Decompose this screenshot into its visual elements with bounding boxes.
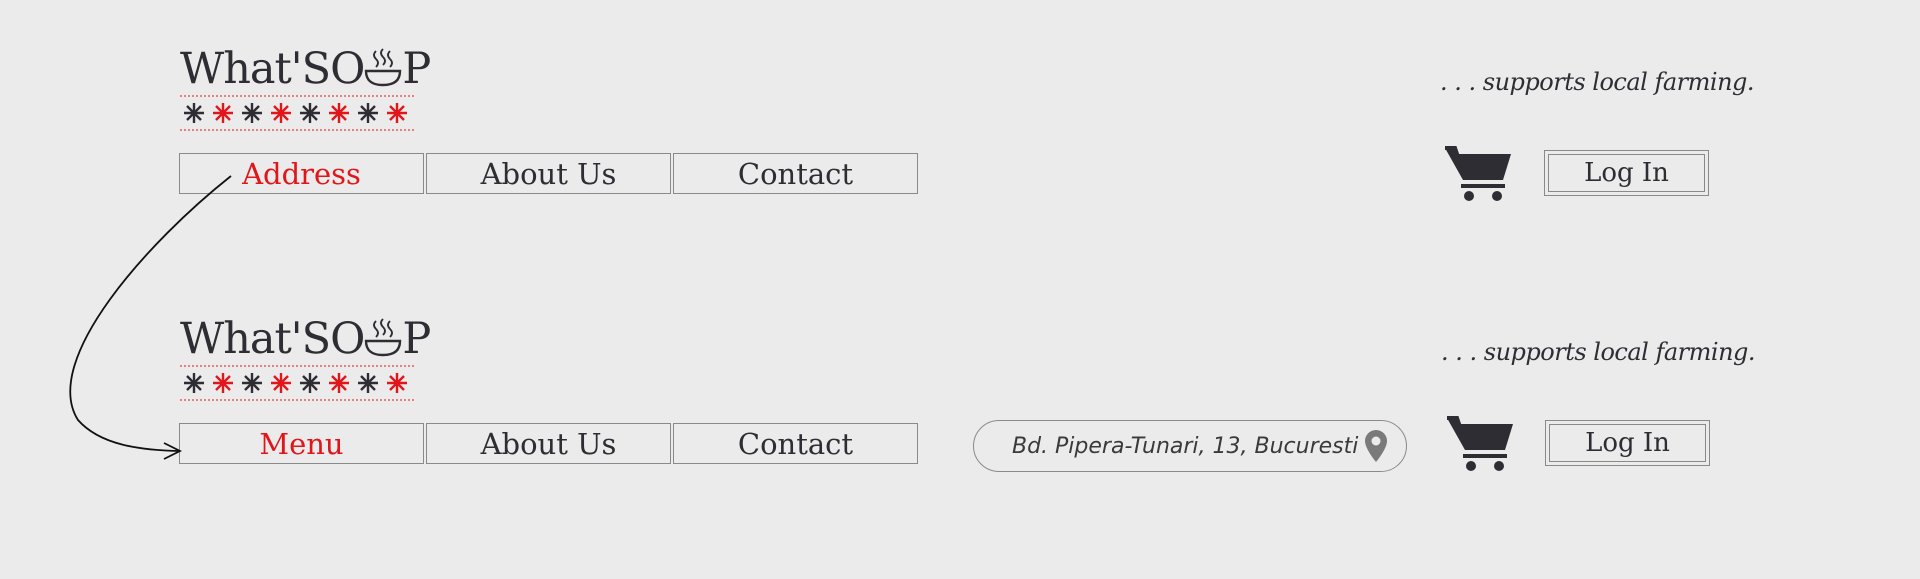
folk-pattern-icon <box>180 95 414 131</box>
header-state-1: What'SO P . . . supports local farming. … <box>0 40 1920 240</box>
nav-about-us[interactable]: About Us <box>426 423 671 464</box>
logo[interactable]: What'SO P <box>180 45 431 135</box>
tagline: . . . supports local farming. <box>1441 338 1756 366</box>
logo-wordmark: What'SO P <box>180 44 431 94</box>
address-text: Bd. Pipera-Tunari, 13, Bucuresti <box>1012 433 1359 459</box>
login-button[interactable]: Log In <box>1545 420 1710 466</box>
tagline: . . . supports local farming. <box>1440 68 1755 96</box>
shopping-cart-icon[interactable] <box>1445 414 1517 474</box>
login-label: Log In <box>1548 154 1705 192</box>
main-nav: Address About Us Contact <box>179 153 918 194</box>
soup-bowl-icon <box>365 48 402 87</box>
logo[interactable]: What'SO P <box>180 315 431 405</box>
nav-menu[interactable]: Menu <box>179 423 424 464</box>
address-pill[interactable]: Bd. Pipera-Tunari, 13, Bucuresti <box>973 420 1407 472</box>
login-button[interactable]: Log In <box>1544 150 1709 196</box>
nav-about-us[interactable]: About Us <box>426 153 671 194</box>
folk-pattern-icon <box>180 365 414 401</box>
logo-wordmark: What'SO P <box>180 314 431 364</box>
nav-contact[interactable]: Contact <box>673 423 918 464</box>
nav-contact[interactable]: Contact <box>673 153 918 194</box>
main-nav: Menu About Us Contact <box>179 423 918 464</box>
nav-address[interactable]: Address <box>179 153 424 194</box>
location-pin-icon <box>1365 430 1387 462</box>
login-label: Log In <box>1549 424 1706 462</box>
shopping-cart-icon[interactable] <box>1443 144 1515 204</box>
header-state-2: What'SO P . . . supports local farming. … <box>0 310 1920 510</box>
soup-bowl-icon <box>365 318 402 357</box>
